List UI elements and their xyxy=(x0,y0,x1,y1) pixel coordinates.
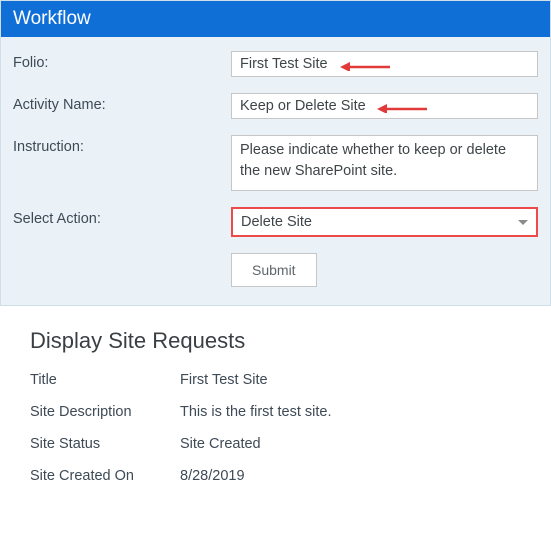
row-activity: Activity Name: Keep or Delete Site xyxy=(13,93,538,119)
label-instruction: Instruction: xyxy=(13,135,231,191)
row-select-action: Select Action: Delete Site xyxy=(13,207,538,237)
folio-value: First Test Site xyxy=(240,56,328,72)
details-heading: Display Site Requests xyxy=(30,328,521,354)
row-submit: Submit xyxy=(13,253,538,287)
workflow-panel: Workflow Folio: First Test Site Activity… xyxy=(0,0,551,306)
detail-value-created: 8/28/2019 xyxy=(180,468,521,484)
chevron-down-icon xyxy=(518,220,528,225)
select-action-value: Delete Site xyxy=(241,214,312,230)
submit-button[interactable]: Submit xyxy=(231,253,317,287)
folio-input[interactable]: First Test Site xyxy=(231,51,538,77)
row-folio: Folio: First Test Site xyxy=(13,51,538,77)
workflow-body: Folio: First Test Site Activity Name: Ke… xyxy=(1,37,550,305)
label-select-action: Select Action: xyxy=(13,207,231,237)
workflow-header: Workflow xyxy=(1,1,550,37)
detail-label-created: Site Created On xyxy=(30,468,180,484)
detail-row-description: Site Description This is the first test … xyxy=(30,404,521,420)
display-site-requests: Display Site Requests Title First Test S… xyxy=(0,306,551,508)
row-instruction: Instruction: Please indicate whether to … xyxy=(13,135,538,191)
select-action-dropdown[interactable]: Delete Site xyxy=(231,207,538,237)
detail-label-status: Site Status xyxy=(30,436,180,452)
arrow-annotation-icon xyxy=(377,103,427,113)
detail-value-title: First Test Site xyxy=(180,372,521,388)
detail-row-status: Site Status Site Created xyxy=(30,436,521,452)
activity-value: Keep or Delete Site xyxy=(240,98,366,114)
detail-label-description: Site Description xyxy=(30,404,180,420)
detail-row-title: Title First Test Site xyxy=(30,372,521,388)
label-folio: Folio: xyxy=(13,51,231,77)
label-activity: Activity Name: xyxy=(13,93,231,119)
label-spacer xyxy=(13,253,231,287)
activity-input[interactable]: Keep or Delete Site xyxy=(231,93,538,119)
arrow-annotation-icon xyxy=(340,61,390,71)
detail-label-title: Title xyxy=(30,372,180,388)
detail-value-status: Site Created xyxy=(180,436,521,452)
detail-row-created: Site Created On 8/28/2019 xyxy=(30,468,521,484)
instruction-box: Please indicate whether to keep or delet… xyxy=(231,135,538,191)
detail-value-description: This is the first test site. xyxy=(180,404,521,420)
